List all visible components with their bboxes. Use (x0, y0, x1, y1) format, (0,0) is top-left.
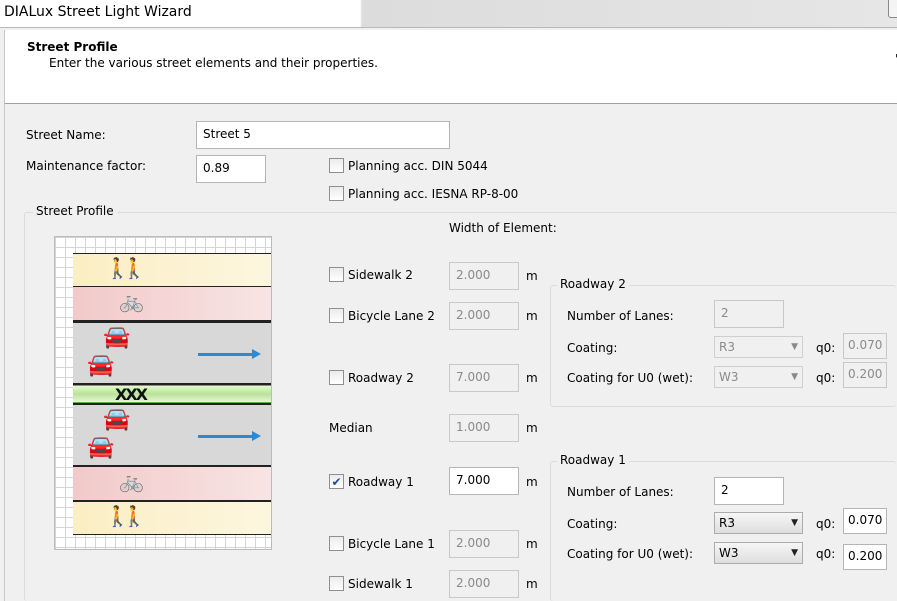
page-title: Street Profile (27, 40, 118, 54)
roadway-2-coating-label: Coating: (567, 341, 618, 355)
check-mark-icon: ✔ (331, 474, 342, 489)
chevron-down-icon: ▼ (791, 518, 798, 528)
title-bar: DIALux Street Light Wizard (0, 0, 897, 28)
roadway-2-unit: m (526, 371, 538, 385)
roadway-2-coating-value: R3 (719, 340, 735, 354)
bicycle-icon: 🚲 (119, 469, 144, 493)
roadway-1-coating-u0-label: Coating for U0 (wet): (567, 547, 694, 561)
median-label: Median (329, 421, 373, 435)
roadway-1-width-input[interactable]: 7.000 (449, 467, 519, 495)
roadway-1-coating-label: Coating: (567, 517, 618, 531)
bicycle-lane-2-unit: m (526, 309, 538, 323)
roadway-2-coating-select[interactable]: R3 ▼ (714, 336, 803, 358)
direction-arrow-icon (198, 431, 261, 441)
roadway-1-lanes-label: Number of Lanes: (567, 485, 674, 499)
roadway-2-lanes-input[interactable]: 2 (714, 300, 784, 328)
din-5044-label: Planning acc. DIN 5044 (348, 159, 488, 173)
bicycle-lane-1-label: Bicycle Lane 1 (348, 537, 435, 551)
roadway-2-group-title: Roadway 2 (557, 277, 629, 291)
median-width-input[interactable]: 1.000 (449, 414, 519, 442)
sidewalk-2-width-input[interactable]: 2.000 (449, 262, 519, 290)
bicycle-lane-2-checkbox[interactable] (329, 308, 344, 323)
maintenance-factor-input[interactable]: 0.89 (196, 155, 266, 183)
roadway-2-q0-input[interactable]: 0.070 (843, 333, 887, 359)
bicycle-lane-1-checkbox[interactable] (329, 536, 344, 551)
roadway-2-width-input[interactable]: 7.000 (449, 364, 519, 392)
street-name-input[interactable]: Street 5 (196, 121, 450, 149)
sidewalk-1-label: Sidewalk 1 (348, 577, 413, 591)
bicycle-lane-2-width-input[interactable]: 2.000 (449, 302, 519, 330)
din-5044-checkbox[interactable] (329, 158, 344, 173)
page-subtitle: Enter the various street elements and th… (49, 56, 378, 70)
diagram-sidewalk-2: 🚶🚶 (73, 253, 271, 287)
diagram-bicycle-lane-2: 🚲 (73, 287, 271, 321)
roadway-1-q0-u0-input[interactable]: 0.200 (843, 544, 887, 570)
bicycle-lane-1-width-input[interactable]: 2.000 (449, 530, 519, 558)
maintenance-factor-label: Maintenance factor: (26, 159, 147, 173)
pedestrian-icon: 🚶🚶 (105, 256, 147, 280)
car-icon: 🚘 (87, 353, 115, 378)
chevron-down-icon: ▼ (791, 548, 798, 558)
roadway-2-coating-u0-select[interactable]: W3 ▼ (714, 366, 803, 388)
roadway-1-coating-value: R3 (719, 516, 735, 530)
roadway-2-checkbox[interactable] (329, 370, 344, 385)
sidewalk-1-width-input[interactable]: 2.000 (449, 570, 519, 598)
sidewalk-2-label: Sidewalk 2 (348, 268, 413, 282)
diagram-median: XXX (73, 385, 271, 404)
roadway-2-q0-u0-label: q0: (816, 371, 836, 385)
street-name-label: Street Name: (26, 128, 106, 142)
sidewalk-2-checkbox[interactable] (329, 267, 344, 282)
iesna-checkbox[interactable] (329, 186, 344, 201)
roadway-1-coating-u0-select[interactable]: W3 ▼ (714, 542, 803, 564)
roadway-2-label: Roadway 2 (348, 371, 414, 385)
diagram-sidewalk-1: 🚶🚶 (73, 501, 271, 535)
roadway-2-q0-label: q0: (816, 341, 836, 355)
street-profile-group-title: Street Profile (33, 204, 117, 218)
roadway-2-q0-u0-input[interactable]: 0.200 (843, 362, 887, 388)
pedestrian-icon: 🚶🚶 (105, 504, 147, 528)
wizard-header: Street Profile Enter the various street … (4, 30, 897, 104)
car-icon: 🚘 (103, 407, 131, 432)
sidewalk-2-unit: m (526, 269, 538, 283)
window-title: DIALux Street Light Wizard (4, 4, 192, 20)
roadway-2-coating-u0-label: Coating for U0 (wet): (567, 371, 694, 385)
median-unit: m (526, 421, 538, 435)
street-diagram: 🚶🚶 🚲 🚘 🚘 XXX 🚘 🚘 🚲 🚶🚶 (54, 236, 272, 550)
diagram-roadway-2: 🚘 🚘 (73, 321, 271, 385)
car-icon: 🚘 (103, 325, 131, 350)
roadway-1-q0-u0-label: q0: (816, 547, 836, 561)
roadway-1-unit: m (526, 475, 538, 489)
roadway-2-lanes-label: Number of Lanes: (567, 309, 674, 323)
diagram-roadway-1: 🚘 🚘 (73, 403, 271, 467)
roadway-1-lanes-input[interactable]: 2 (714, 477, 784, 505)
roadway-1-coating-u0-value: W3 (719, 546, 739, 560)
roadway-1-checkbox[interactable]: ✔ (329, 474, 344, 489)
car-icon: 🚘 (87, 435, 115, 460)
width-header: Width of Element: (449, 221, 557, 235)
sidewalk-1-checkbox[interactable] (329, 576, 344, 591)
chevron-down-icon: ▼ (791, 372, 798, 382)
roadway-2-coating-u0-value: W3 (719, 370, 739, 384)
close-button[interactable] (888, 0, 897, 18)
roadway-1-q0-label: q0: (816, 517, 836, 531)
bicycle-lane-1-unit: m (526, 537, 538, 551)
diagram-bicycle-lane-1: 🚲 (73, 467, 271, 501)
direction-arrow-icon (198, 349, 261, 359)
roadway-1-group-title: Roadway 1 (557, 453, 629, 467)
iesna-label: Planning acc. IESNA RP-8-00 (348, 187, 519, 201)
roadway-1-label: Roadway 1 (348, 475, 414, 489)
chevron-down-icon: ▼ (791, 342, 798, 352)
bicycle-icon: 🚲 (119, 289, 144, 313)
bicycle-lane-2-label: Bicycle Lane 2 (348, 309, 435, 323)
barrier-icon: XXX (115, 385, 148, 404)
sidewalk-1-unit: m (526, 577, 538, 591)
roadway-1-q0-input[interactable]: 0.070 (843, 508, 887, 534)
roadway-1-coating-select[interactable]: R3 ▼ (714, 512, 803, 534)
